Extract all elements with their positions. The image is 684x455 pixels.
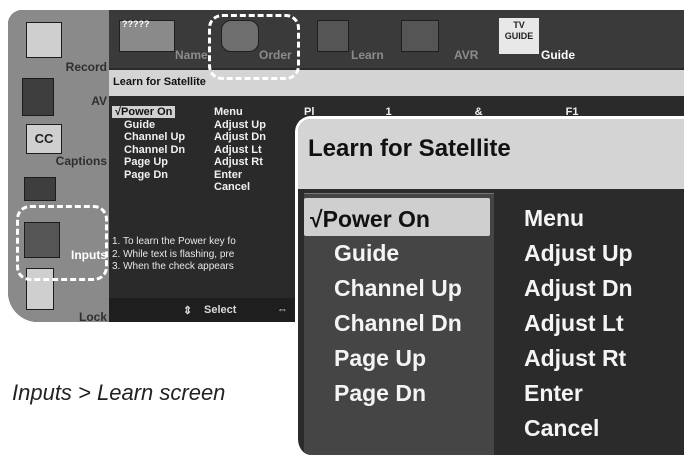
zoom-list: Guide Channel Up Channel Dn Page Up Page… — [334, 236, 462, 411]
avr-tab-icon — [401, 20, 439, 52]
up-down-arrows-icon: ⇕ — [183, 305, 193, 317]
list-item-adjust-up[interactable]: Adjust Up — [524, 236, 633, 271]
tab-guide[interactable]: Guide — [541, 48, 575, 62]
title-bar: Learn for Satellite — [109, 70, 684, 96]
sidebar-item-label: Record — [65, 60, 107, 74]
tab-name[interactable]: Name — [175, 48, 208, 62]
tab-learn[interactable]: Learn — [351, 48, 384, 62]
sidebar-item-label: Captions — [55, 154, 107, 168]
tab-avr[interactable]: AVR — [454, 48, 478, 62]
sidebar-item-label: AV — [91, 94, 107, 108]
list-item-channel-up[interactable]: Channel Up — [112, 131, 185, 144]
instruction-line: 1. To learn the Power key fo — [112, 236, 236, 247]
list-item-guide[interactable]: Guide — [334, 236, 462, 271]
list-item-adjust-lt[interactable]: Adjust Lt — [214, 144, 266, 157]
instruction-line: 3. When the check appears — [112, 261, 234, 272]
key-list-column-2: Menu Adjust Up Adjust Dn Adjust Lt Adjus… — [214, 106, 266, 194]
instructions: 1. To learn the Power key fo 2. While te… — [112, 236, 236, 274]
list-item-adjust-dn[interactable]: Adjust Dn — [524, 271, 633, 306]
list-item-page-dn[interactable]: Page Dn — [334, 376, 462, 411]
check-icon: √ — [310, 206, 323, 232]
sidebar-item-label: Lock — [78, 310, 107, 322]
record-icon — [26, 22, 62, 58]
name-tab-icon-text: ????? — [122, 19, 150, 29]
select-hint: Select — [204, 304, 237, 316]
list-item-cancel[interactable]: Cancel — [524, 411, 633, 446]
zoom-key-list-column-1: √Power On Guide Channel Up Channel Dn Pa… — [304, 193, 494, 455]
list-item-adjust-rt[interactable]: Adjust Rt — [524, 341, 633, 376]
inputs-highlight — [16, 205, 108, 281]
list-item-menu[interactable]: Menu — [524, 201, 633, 236]
screen-title: Learn for Satellite — [113, 76, 206, 88]
zoom-key-list-column-2: Menu Adjust Up Adjust Dn Adjust Lt Adjus… — [524, 201, 633, 446]
list-item-adjust-dn[interactable]: Adjust Dn — [214, 131, 266, 144]
order-highlight — [208, 14, 300, 80]
caption: Inputs > Learn screen — [12, 380, 226, 405]
list-item-guide[interactable]: Guide — [112, 119, 185, 132]
list-item-page-up[interactable]: Page Up — [334, 341, 462, 376]
list-item-menu[interactable]: Menu — [214, 106, 266, 119]
four-way-arrows-icon: ⇔ — [277, 304, 288, 316]
list-item-page-up[interactable]: Page Up — [112, 156, 185, 169]
list-item-power-on[interactable]: √Power On — [112, 106, 185, 119]
tv-guide-logo: TV GUIDE — [499, 18, 539, 54]
computer-icon — [24, 177, 56, 201]
zoom-screen-title: Learn for Satellite — [308, 135, 511, 162]
list-item-enter[interactable]: Enter — [214, 169, 266, 182]
list-item-page-dn[interactable]: Page Dn — [112, 169, 185, 182]
list-item-channel-up[interactable]: Channel Up — [334, 271, 462, 306]
key-list-column-1: √Power On Guide Channel Up Channel Dn Pa… — [112, 106, 185, 181]
list-item-enter[interactable]: Enter — [524, 376, 633, 411]
list-item-power-on[interactable]: √Power On — [310, 202, 430, 237]
list-item-channel-dn[interactable]: Channel Dn — [112, 144, 185, 157]
zoom-panel: Learn for Satellite √Power On Guide Chan… — [295, 116, 684, 455]
sidebar-item-record[interactable]: Record — [8, 16, 109, 78]
list-item-adjust-lt[interactable]: Adjust Lt — [524, 306, 633, 341]
sidebar-item-captions[interactable]: CC Captions — [8, 120, 109, 182]
speaker-icon — [22, 78, 54, 116]
learn-tab-icon — [317, 20, 349, 52]
list-item-adjust-rt[interactable]: Adjust Rt — [214, 156, 266, 169]
cc-icon: CC — [26, 124, 62, 154]
list-item-channel-dn[interactable]: Channel Dn — [334, 306, 462, 341]
instruction-line: 2. While text is flashing, pre — [112, 248, 235, 260]
list-item-adjust-up[interactable]: Adjust Up — [214, 119, 266, 132]
list-item-cancel[interactable]: Cancel — [214, 181, 266, 194]
name-tab-icon: ????? — [119, 19, 175, 52]
list-item-label: Power On — [322, 206, 430, 232]
tab-bar: ????? Name Order Learn AVR TV GUIDE Guid… — [109, 10, 684, 68]
zoom-title-bar: Learn for Satellite — [298, 119, 684, 189]
